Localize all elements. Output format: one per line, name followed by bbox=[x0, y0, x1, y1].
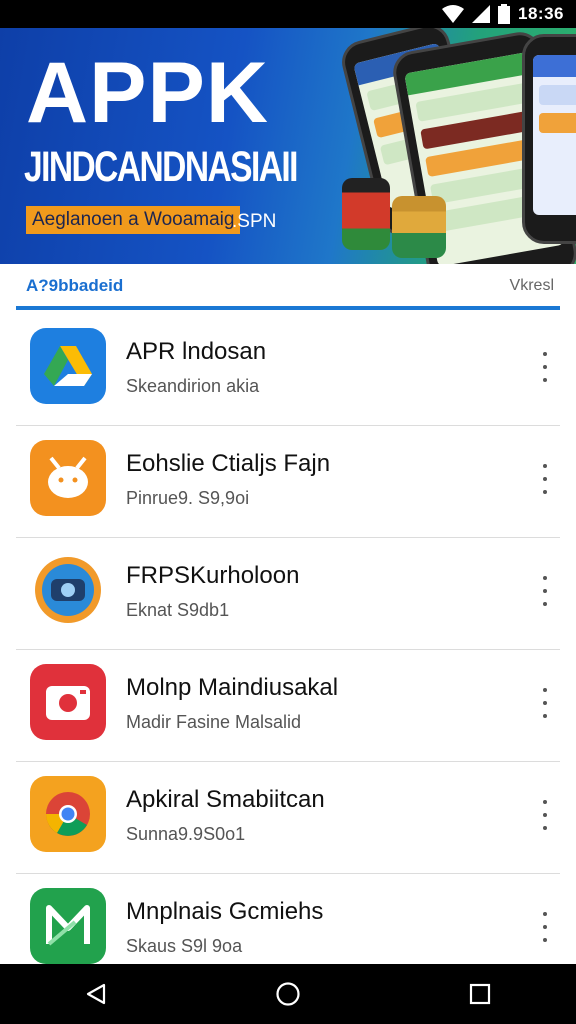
more-options-icon[interactable] bbox=[536, 576, 554, 606]
tab-bar: A?9bbadeid Vkresl bbox=[0, 264, 576, 310]
phone-illustration-right bbox=[522, 34, 576, 244]
drive-icon bbox=[30, 328, 106, 404]
gear-camera-icon bbox=[30, 552, 106, 628]
tab-featured[interactable]: A?9bbadeid bbox=[26, 276, 123, 296]
back-button[interactable] bbox=[66, 964, 126, 1024]
list-item[interactable]: Apkiral Smabiitcan Sunna9.9S0o1 bbox=[16, 762, 560, 874]
signal-icon bbox=[472, 5, 491, 23]
m-logo-icon bbox=[30, 888, 106, 964]
app-subtitle: Skeandirion akia bbox=[126, 376, 260, 396]
camera-icon bbox=[30, 664, 106, 740]
app-name: Molnp Maindiusakal bbox=[126, 674, 339, 701]
recents-icon bbox=[469, 983, 491, 1005]
banner-tagline-tail: .SPN bbox=[232, 211, 277, 232]
app-subtitle: Eknat S9db1 bbox=[126, 600, 230, 620]
more-options-icon[interactable] bbox=[536, 800, 554, 830]
list-item[interactable]: FRPSKurholoon Eknat S9db1 bbox=[16, 538, 560, 650]
banner-title: APPK bbox=[26, 45, 269, 141]
tab-more[interactable]: Vkresl bbox=[510, 277, 554, 295]
tab-indicator bbox=[16, 306, 560, 310]
battery-icon bbox=[498, 4, 511, 24]
list-item[interactable]: Eohslie Ctialjs Fajn Pinrue9. S9,9oi bbox=[16, 426, 560, 538]
app-name: Apkiral Smabiitcan bbox=[126, 786, 325, 813]
list-item[interactable]: APR lndosan Skeandirion akia bbox=[16, 314, 560, 426]
canister-illustration-2 bbox=[392, 196, 446, 258]
promo-banner[interactable]: APPK JINDCANDNASIAII Aeglanoen a Wooamai… bbox=[0, 28, 576, 264]
navigation-bar bbox=[0, 964, 576, 1024]
home-button[interactable] bbox=[258, 964, 318, 1024]
app-subtitle: Sunna9.9S0o1 bbox=[126, 824, 246, 844]
more-options-icon[interactable] bbox=[536, 464, 554, 494]
banner-tagline: Aeglanoen a Wooamaig bbox=[26, 206, 241, 234]
list-item[interactable]: Molnp Maindiusakal Madir Fasine Malsalid bbox=[16, 650, 560, 762]
more-options-icon[interactable] bbox=[536, 912, 554, 942]
more-options-icon[interactable] bbox=[536, 352, 554, 382]
android-face-icon bbox=[30, 440, 106, 516]
home-icon bbox=[276, 982, 300, 1006]
app-subtitle: Pinrue9. S9,9oi bbox=[126, 488, 250, 508]
app-subtitle: Skaus S9l 9oa bbox=[126, 936, 243, 956]
wifi-icon bbox=[442, 5, 465, 23]
more-options-icon[interactable] bbox=[536, 688, 554, 718]
app-list: APR lndosan Skeandirion akia Eohslie Cti… bbox=[0, 314, 576, 964]
back-icon bbox=[86, 983, 106, 1005]
canister-illustration bbox=[342, 178, 390, 250]
clock: 18:36 bbox=[518, 4, 564, 23]
app-name: Mnplnais Gcmiehs bbox=[126, 898, 324, 925]
list-item[interactable]: Mnplnais Gcmiehs Skaus S9l 9oa bbox=[16, 874, 560, 964]
recents-button[interactable] bbox=[450, 964, 510, 1024]
app-name: FRPSKurholoon bbox=[126, 562, 300, 589]
chrome-icon bbox=[30, 776, 106, 852]
app-name: APR lndosan bbox=[126, 338, 267, 365]
app-name: Eohslie Ctialjs Fajn bbox=[126, 450, 331, 477]
app-subtitle: Madir Fasine Malsalid bbox=[126, 712, 302, 732]
status-bar: 18:36 bbox=[0, 0, 576, 28]
banner-subtitle: JINDCANDNASIAII bbox=[24, 143, 298, 191]
